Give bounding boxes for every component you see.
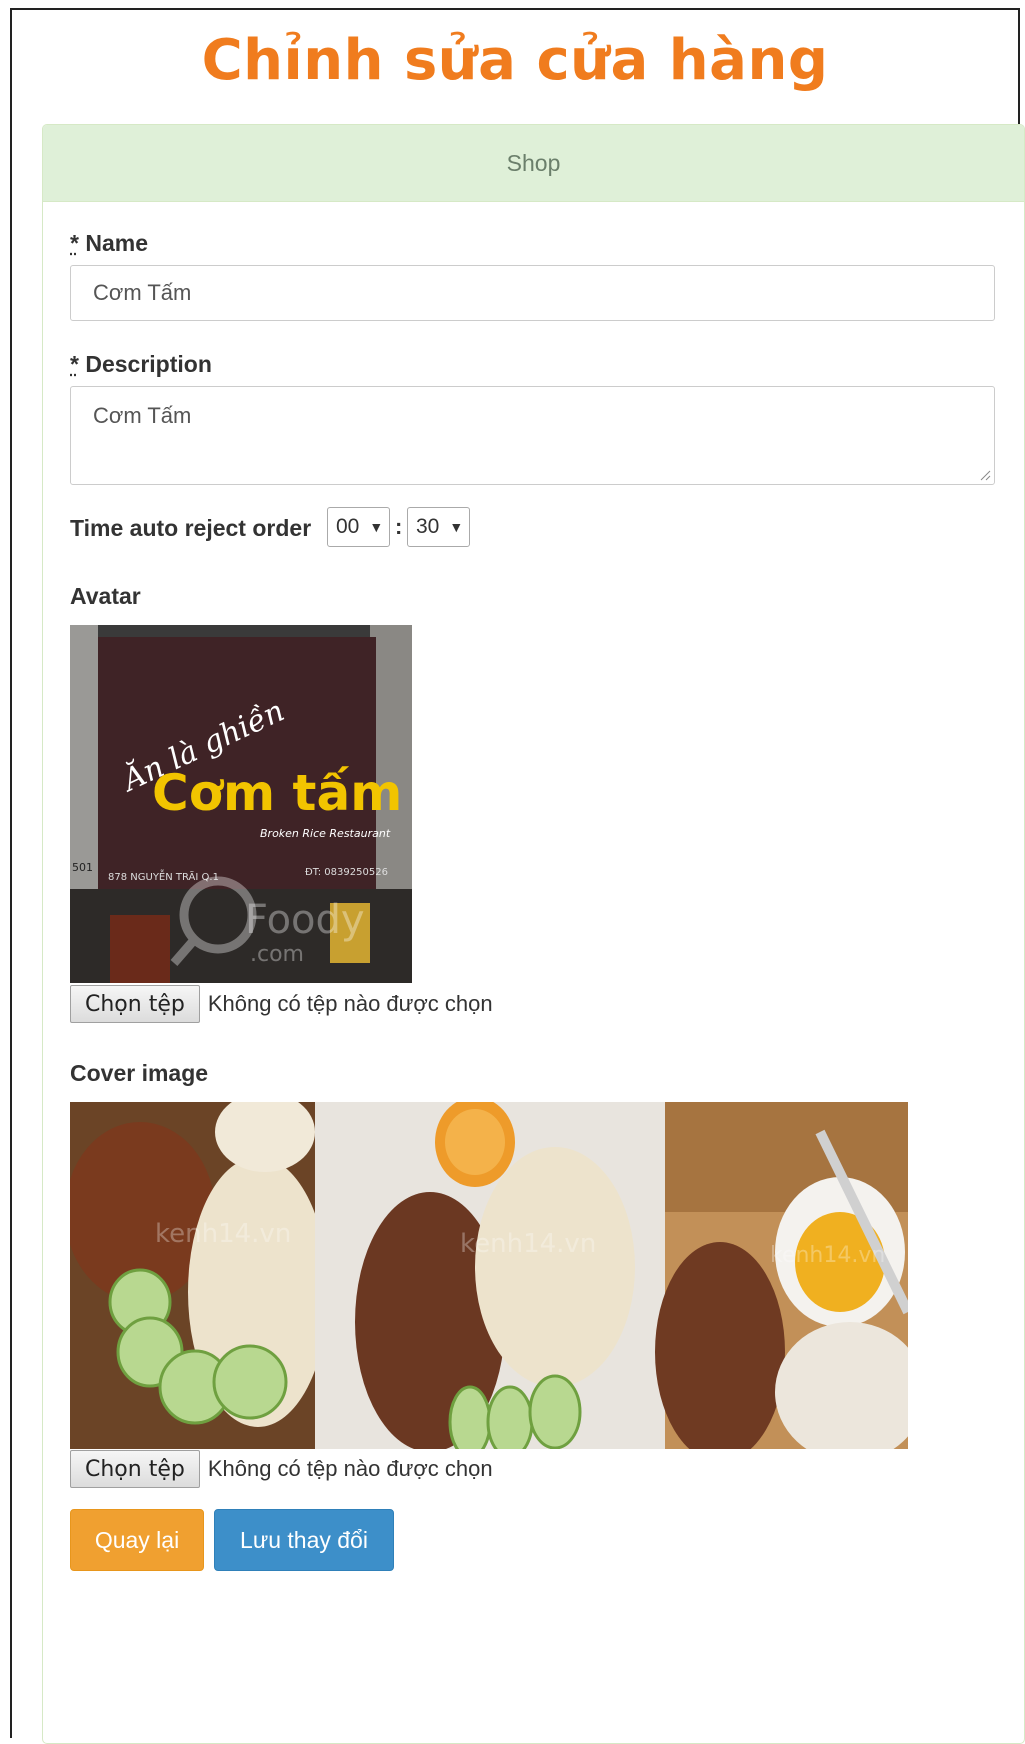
save-changes-button[interactable]: Lưu thay đổi: [214, 1509, 394, 1571]
cover-file-status: Không có tệp nào được chọn: [207, 1456, 493, 1481]
required-mark: *: [70, 230, 79, 256]
sign-number-text: 501: [72, 861, 93, 874]
cover-watermark-text: kenh14.vn: [770, 1243, 885, 1268]
cover-watermark-text: kenh14.vn: [155, 1219, 291, 1249]
cover-file-input: Chọn tệp Không có tệp nào được chọn: [70, 1450, 493, 1488]
hours-value: 00: [336, 515, 360, 538]
sign-phone-text: ĐT: 0839250526: [305, 867, 388, 878]
description-label: * Description: [70, 351, 212, 378]
dropdown-arrow-icon: ▼: [449, 519, 464, 535]
description-label-text: Description: [85, 351, 212, 377]
minutes-select[interactable]: 30 ▼: [407, 507, 470, 547]
cover-label: Cover image: [70, 1060, 209, 1086]
name-input[interactable]: Cơm Tấm: [70, 265, 995, 321]
resize-grip-icon[interactable]: [979, 469, 991, 481]
cover-image: kenh14.vn kenh14.vn kenh14.vn: [70, 1102, 908, 1449]
name-label: * Name: [70, 230, 148, 257]
panel-heading: Shop: [43, 125, 1024, 202]
time-separator: :: [395, 514, 403, 539]
avatar-file-status: Không có tệp nào được chọn: [207, 991, 493, 1016]
panel-body: * Name Cơm Tấm * Description Cơm Tấm Tim…: [43, 201, 1024, 1741]
avatar-choose-file-button[interactable]: Chọn tệp: [70, 985, 200, 1023]
sign-main-text: Cơm tấm: [152, 764, 402, 822]
description-textarea[interactable]: Cơm Tấm: [70, 386, 995, 485]
shop-panel: Shop * Name Cơm Tấm * Description Cơm Tấ…: [42, 124, 1025, 1744]
cover-choose-file-button[interactable]: Chọn tệp: [70, 1450, 200, 1488]
page-frame: Chỉnh sửa cửa hàng Shop * Name Cơm Tấm *…: [10, 8, 1025, 1744]
avatar-label: Avatar: [70, 583, 141, 609]
auto-reject-label: Time auto reject order: [70, 515, 312, 541]
avatar-image: Ăn là ghiền Cơm tấm Broken Rice Restaura…: [70, 625, 412, 983]
avatar-file-input: Chọn tệp Không có tệp nào được chọn: [70, 985, 493, 1023]
sign-sub-text: Broken Rice Restaurant: [260, 827, 391, 840]
cover-watermark-text: kenh14.vn: [460, 1229, 596, 1259]
watermark-sub-text: .com: [250, 942, 304, 967]
minutes-value: 30: [416, 515, 440, 538]
page-title: Chỉnh sửa cửa hàng: [201, 28, 829, 93]
required-mark: *: [70, 351, 79, 377]
watermark-text: Foody: [245, 897, 365, 943]
name-input-value: Cơm Tấm: [93, 280, 192, 305]
hours-select[interactable]: 00 ▼: [327, 507, 390, 547]
dropdown-arrow-icon: ▼: [369, 519, 384, 535]
name-label-text: Name: [85, 230, 148, 256]
description-value: Cơm Tấm: [93, 403, 192, 428]
back-button[interactable]: Quay lại: [70, 1509, 204, 1571]
